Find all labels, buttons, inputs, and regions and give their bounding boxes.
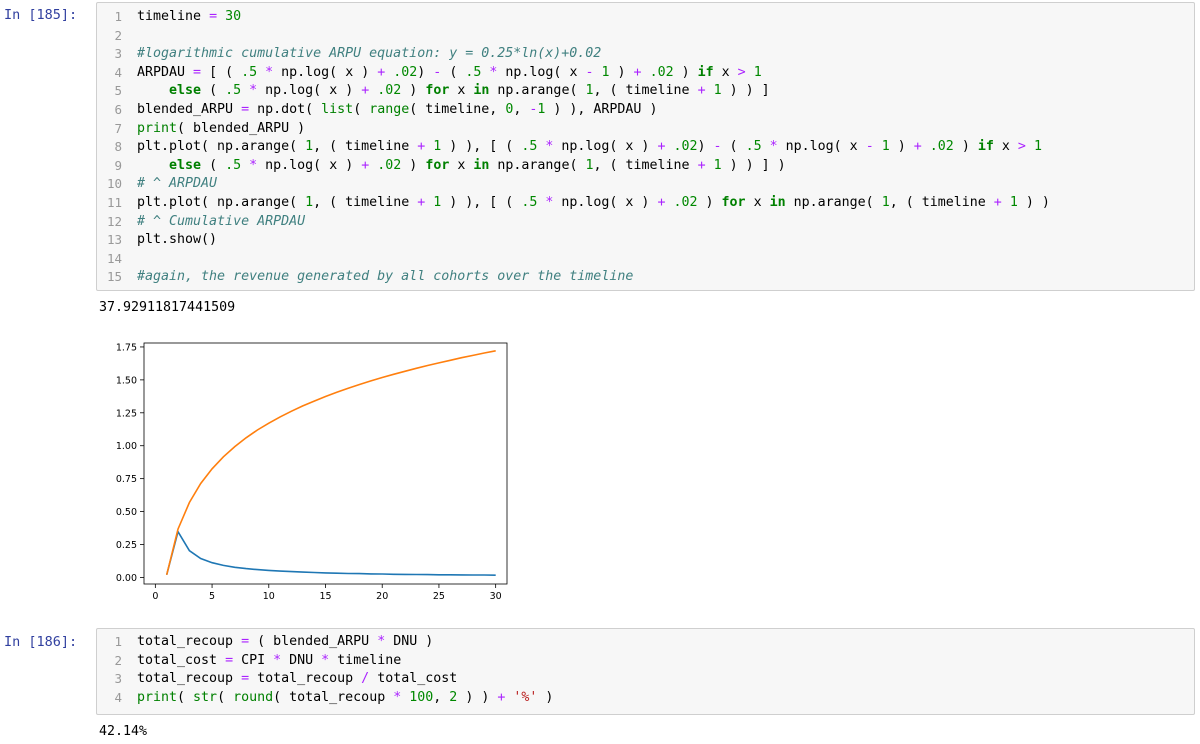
code-text: blended_ARPU = np.dot( list( range( time…: [137, 102, 658, 117]
x-tick-label: 15: [319, 591, 331, 602]
code-text: plt.show(): [137, 232, 218, 248]
plot-area: [143, 342, 508, 585]
code-line: 14: [97, 250, 1194, 268]
line-number: 1: [114, 9, 122, 24]
line-number: 4: [114, 689, 122, 705]
code-line: 4 print( str( round( total_recoup * 100, …: [97, 689, 1194, 707]
code-line: 1 timeline = 30: [97, 8, 1194, 26]
cell-185-prompt: In [185]:: [4, 7, 78, 23]
line-number: 10: [106, 176, 122, 192]
code-line: 3 #logarithmic cumulative ARPU equation: …: [97, 45, 1194, 63]
line-number: 2: [114, 27, 122, 43]
code-text: timeline = 30: [137, 9, 242, 24]
line-number: 6: [114, 102, 122, 117]
code-text: plt.plot( np.arange( 1, ( timeline + 1 )…: [137, 139, 1042, 155]
code-text: plt.plot( np.arange( 1, ( timeline + 1 )…: [137, 195, 1050, 210]
code-line: 15 #again, the revenue generated by all c…: [97, 268, 1194, 286]
code-line: 8 plt.plot( np.arange( 1, ( timeline + 1 …: [97, 138, 1194, 156]
code-line: 4 ARPDAU = [ ( .5 * np.log( x ) + .02) - …: [97, 64, 1194, 82]
cell-186-prompt: In [186]:: [4, 634, 78, 650]
code-text: # ^ ARPDAU: [137, 176, 218, 192]
cell-186-output: 42.14%: [99, 724, 148, 739]
chart-output: 0 5 10 15 20 25 30 0.00 0.25 0.50 0.75 1.00 1.25 1.50…: [96, 332, 516, 607]
line-number: 13: [106, 232, 122, 248]
y-tick-label: 1.75: [116, 342, 137, 353]
code-line: 5 else ( .5 * np.log( x ) + .02 ) for x …: [97, 82, 1194, 100]
cell-185-output: 37.92911817441509: [99, 300, 236, 315]
y-tick-label: 0.75: [116, 474, 137, 485]
code-text: total_recoup = total_recoup / total_cost: [137, 671, 458, 687]
y-tick-label: 0.25: [116, 540, 137, 551]
code-text: total_cost = CPI * DNU * timeline: [137, 652, 402, 668]
x-tick-label: 5: [209, 591, 215, 602]
code-line: 1 total_recoup = ( blended_ARPU * DNU ): [97, 633, 1194, 651]
cell-185-input[interactable]: 1 timeline = 30 2 3 #logarithmic cumulative …: [96, 2, 1195, 291]
line-number: 3: [114, 46, 122, 62]
code-line: 10 # ^ ARPDAU: [97, 175, 1194, 193]
line-number: 7: [114, 120, 122, 136]
code-line: 13 plt.show(): [97, 231, 1194, 249]
code-text: print( str( round( total_recoup * 100, 2…: [137, 689, 554, 705]
code-text: total_recoup = ( blended_ARPU * DNU ): [137, 634, 434, 649]
line-number: 4: [114, 64, 122, 80]
code-line: 3 total_recoup = total_recoup / total_cos…: [97, 670, 1194, 688]
code-line: 9 else ( .5 * np.log( x ) + .02 ) for x …: [97, 157, 1194, 175]
y-tick-label: 1.00: [116, 441, 137, 452]
line-number: 3: [114, 671, 122, 687]
line-chart: 0 5 10 15 20 25 30 0.00 0.25 0.50 0.75 1.00 1.25 1.50…: [116, 342, 508, 602]
cell-186-input[interactable]: 1 total_recoup = ( blended_ARPU * DNU ) 2 t…: [96, 628, 1195, 715]
line-number: 9: [114, 157, 122, 173]
code-text: # ^ Cumulative ARPDAU: [137, 213, 306, 229]
code-line: 7 print( blended_ARPU ): [97, 120, 1194, 138]
code-text: #logarithmic cumulative ARPU equation: y…: [137, 46, 602, 62]
y-tick-label: 1.50: [116, 375, 137, 386]
line-number: 2: [114, 652, 122, 668]
line-number: 8: [114, 139, 122, 155]
code-text: ARPDAU = [ ( .5 * np.log( x ) + .02) - (…: [137, 64, 762, 80]
line-number: 5: [114, 83, 122, 99]
x-tick-label: 25: [433, 591, 445, 602]
code-line: 2: [97, 27, 1194, 45]
code-text: #again, the revenue generated by all coh…: [137, 269, 634, 285]
code-line: 12 # ^ Cumulative ARPDAU: [97, 213, 1194, 231]
line-number: 12: [106, 213, 122, 229]
y-tick-label: 0.00: [116, 573, 137, 584]
code-line: 6 blended_ARPU = np.dot( list( range( tim…: [97, 101, 1194, 119]
code-text: else ( .5 * np.log( x ) + .02 ) for x in…: [169, 157, 786, 173]
line-number: 15: [106, 269, 122, 285]
x-tick-label: 30: [490, 591, 502, 602]
x-tick-label: 0: [152, 591, 158, 602]
code-text: print( blended_ARPU ): [137, 120, 306, 136]
line-number: 14: [106, 250, 122, 266]
code-line: 2 total_cost = CPI * DNU * timeline: [97, 652, 1194, 670]
x-tick-label: 10: [263, 591, 275, 602]
code-text: else ( .5 * np.log( x ) + .02 ) for x in…: [169, 83, 770, 99]
line-number: 11: [106, 195, 122, 210]
line-number: 1: [114, 634, 122, 649]
x-tick-label: 20: [376, 591, 388, 602]
y-tick-label: 1.25: [116, 408, 137, 419]
y-tick-label: 0.50: [116, 507, 137, 518]
code-line: 11 plt.plot( np.arange( 1, ( timeline + 1…: [97, 194, 1194, 212]
